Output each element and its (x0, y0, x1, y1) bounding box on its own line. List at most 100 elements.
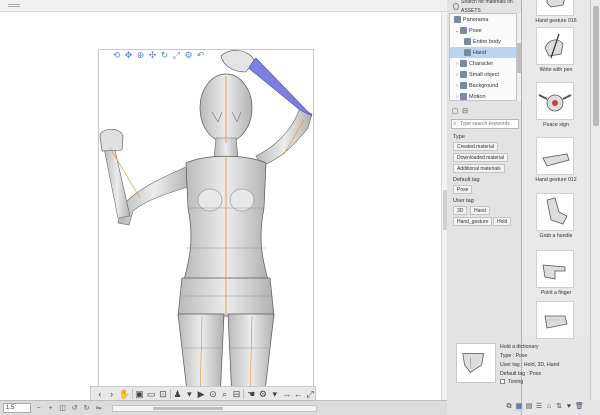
play-icon[interactable]: ▶ (196, 388, 206, 400)
rotate-left-icon[interactable]: ↺ (70, 404, 79, 413)
tree-item-entire-body[interactable]: Entire body (450, 36, 516, 47)
hand-icon[interactable]: ☚ (246, 388, 256, 400)
move-icon[interactable]: ✣ (148, 51, 157, 60)
ground-icon[interactable]: ▭ (146, 388, 156, 400)
paste-icon[interactable]: ⧉ (505, 403, 513, 411)
next-icon[interactable]: › (107, 388, 117, 400)
align-icon[interactable]: ⊟ (232, 388, 242, 400)
view-medium-icon[interactable]: ▤ (525, 403, 533, 411)
tag-hand-gesture[interactable]: Hand_gesture (453, 217, 493, 226)
material-list-scrollbar[interactable] (590, 0, 600, 400)
canvas-horizontal-scrollbar[interactable] (112, 404, 317, 412)
tree-item-label: Motion (469, 93, 486, 100)
tree-item-character[interactable]: › Character (450, 58, 516, 69)
tag-additional-materials[interactable]: Additional materials (453, 164, 505, 173)
material-name: Hold a dictionary (500, 344, 539, 350)
zoom-out-icon[interactable]: − (34, 404, 43, 413)
delete-icon[interactable]: 🗑 (575, 403, 584, 411)
tag-created-material[interactable]: Created material (453, 142, 498, 151)
chevron-down-icon[interactable]: ▾ (270, 388, 280, 400)
material-label: Peace sign (543, 122, 569, 128)
search-icon[interactable]: ⌕ (220, 388, 230, 400)
3d-figure-svg[interactable] (96, 48, 316, 401)
expand-icon[interactable]: ⤢ (305, 388, 315, 400)
tag-downloaded-material[interactable]: Downloaded material (453, 153, 508, 162)
flip-icon[interactable]: ⇋ (94, 404, 103, 413)
tag-icon[interactable]: ⌂ (545, 403, 553, 411)
pose-icon (460, 27, 467, 34)
hand-pen-icon (536, 27, 574, 65)
favorite-icon[interactable]: ♥ (565, 403, 573, 411)
lock-icon[interactable]: ⊡ (158, 388, 168, 400)
canvas-area[interactable]: ⟲ ✥ ⊕ ✣ ↻ ⤢ ⚙ ↶ ‹ › ✋ ▣ ▭ ⊡ ♟ ▾ ▶ ⊙ ⌕ ⊟ … (0, 0, 447, 415)
right-upper-arm (255, 107, 313, 167)
globe-icon (453, 3, 459, 10)
toning-checkbox[interactable] (500, 379, 505, 384)
toning-label: Toning (508, 379, 524, 385)
chevron-down-icon[interactable]: ▾ (184, 388, 194, 400)
tag-hand[interactable]: Hand (470, 206, 490, 215)
zoom-in-icon[interactable]: + (46, 404, 55, 413)
reset-icon[interactable]: ⊙ (208, 388, 218, 400)
view-large-icon[interactable]: ▦ (515, 403, 523, 411)
material-item[interactable]: Peace sign (522, 82, 590, 132)
settings-icon[interactable]: ⚙ (258, 388, 268, 400)
tree-item-pose[interactable]: ⌄ Pose (450, 25, 516, 36)
material-item[interactable]: Point a finger (522, 250, 590, 300)
tree-item-background[interactable]: › Background (450, 80, 516, 91)
camera-pan-icon[interactable]: ✥ (124, 51, 133, 60)
sort-icon[interactable]: ⇅ (555, 403, 563, 411)
tree-item-hand[interactable]: Hand (450, 47, 516, 58)
figure-icon[interactable]: ♟ (173, 388, 183, 400)
zoom-field[interactable]: 1.5 (3, 403, 31, 413)
camera-icon[interactable]: ▣ (134, 388, 144, 400)
material-item[interactable]: Hand gesture 012 (522, 137, 590, 187)
delete-icon[interactable]: ⊟ (461, 108, 469, 116)
gear-icon[interactable]: ⚙ (184, 51, 193, 60)
tag-pose[interactable]: Pose (453, 185, 473, 194)
pose-icon[interactable]: ✋ (119, 388, 130, 400)
tree-item-panorama[interactable]: Panorama (450, 14, 516, 25)
tree-item-small-object[interactable]: › Small object (450, 69, 516, 80)
material-type: Type : Pose (500, 353, 528, 359)
material-label: Point a finger (540, 290, 572, 296)
canvas-top-strip (0, 0, 447, 12)
character-icon (460, 60, 467, 67)
new-folder-icon[interactable]: ▢ (451, 108, 459, 116)
arrow-left-icon[interactable]: ← (293, 388, 303, 400)
search-input[interactable] (460, 120, 516, 128)
material-item[interactable]: Grab a handle (522, 193, 590, 243)
status-bar: 1.5 − + ◫ ↺ ↻ ⇋ (0, 400, 447, 415)
hand-gesture-icon (536, 0, 574, 16)
undo-icon[interactable]: ↶ (196, 51, 205, 60)
camera-rotate-icon[interactable]: ⟲ (112, 51, 121, 60)
prev-icon[interactable]: ‹ (95, 388, 105, 400)
material-detail: Hold a dictionary Type : Pose User tag :… (454, 341, 590, 392)
scale-object-icon[interactable]: ⤢ (172, 51, 181, 60)
arrow-right-icon[interactable]: → (282, 388, 292, 400)
fit-icon[interactable]: ◫ (58, 404, 67, 413)
tree-item-label: Small object (469, 71, 499, 78)
tag-3d[interactable]: 3D (453, 206, 468, 215)
rotate-object-icon[interactable]: ↻ (160, 51, 169, 60)
hand-grab-icon (536, 193, 574, 231)
material-item[interactable]: Hand gesture 016 (522, 0, 590, 28)
3d-figure[interactable] (96, 48, 316, 401)
view-list-icon[interactable]: ☰ (535, 403, 543, 411)
grip-icon[interactable] (8, 4, 20, 7)
material-item[interactable]: Write with pen (522, 27, 590, 77)
tree-item-label: Pose (469, 27, 482, 34)
keyword-search[interactable]: ⌕ (451, 119, 519, 129)
tag-hold[interactable]: Hold (493, 217, 512, 226)
tree-item-label: Background (469, 82, 499, 89)
motion-icon (460, 93, 467, 100)
rotate-right-icon[interactable]: ↻ (82, 404, 91, 413)
object-icon (460, 71, 467, 78)
material-label: Write with pen (539, 67, 573, 73)
default-tag-label: Default tag (453, 177, 480, 183)
camera-zoom-icon[interactable]: ⊕ (136, 51, 145, 60)
tree-tools: ▢ ⊟ (451, 108, 469, 116)
search-assets-link[interactable]: Search for materials on ASSETS (453, 0, 519, 14)
tree-item-motion[interactable]: › Motion (450, 91, 516, 100)
tree-scrollbar[interactable] (517, 13, 521, 101)
